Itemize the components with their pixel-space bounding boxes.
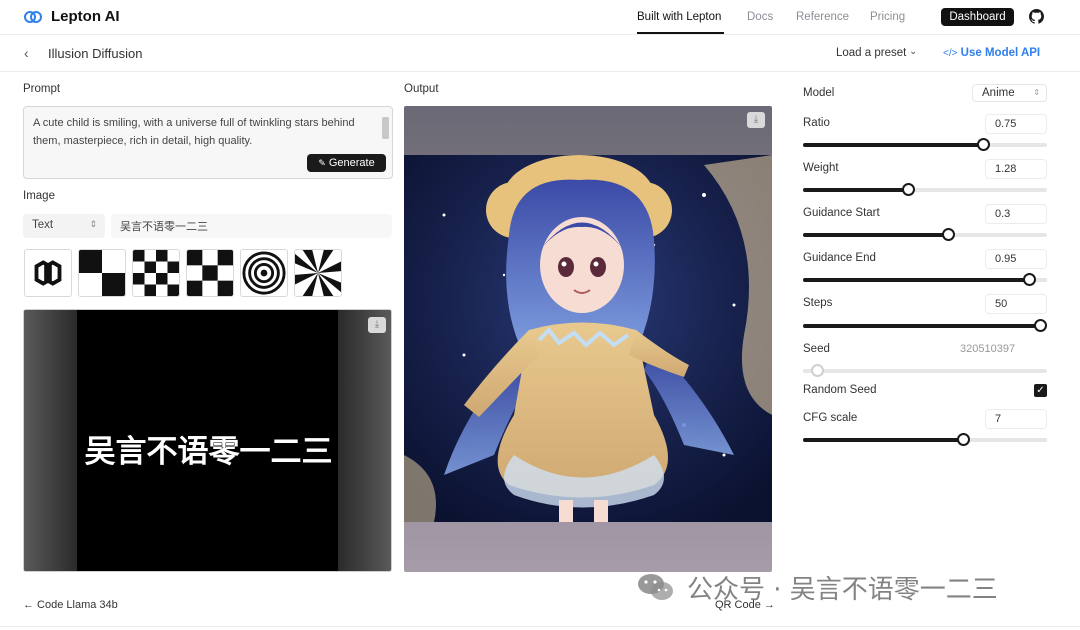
wechat-icon <box>638 574 673 600</box>
weight-input[interactable]: 1.28 <box>985 159 1047 179</box>
top-nav: Lepton AI Built with Lepton Docs Referen… <box>0 0 1080 35</box>
image-label: Image <box>23 190 55 202</box>
model-value: Anime <box>982 87 1015 99</box>
steps-slider-knob[interactable] <box>1034 319 1047 332</box>
nav-pricing[interactable]: Pricing <box>870 11 905 23</box>
preview-text: 吴言不语零一二三 <box>84 434 333 470</box>
seed-slider[interactable] <box>803 364 1047 377</box>
nav-built-with-lepton[interactable]: Built with Lepton <box>637 11 721 23</box>
footer-divider <box>0 626 1080 627</box>
steps-input[interactable]: 50 <box>985 294 1047 314</box>
prev-page-link[interactable]: ← Code Llama 34b <box>23 599 118 611</box>
guidance-end-slider-knob[interactable] <box>1023 273 1036 286</box>
guidance-start-slider[interactable] <box>803 228 1047 241</box>
nav-active-underline <box>637 32 724 34</box>
image-mode-value: Text <box>32 219 54 231</box>
back-chevron-icon[interactable]: ‹ <box>24 46 36 60</box>
guidance-start-slider-knob[interactable] <box>942 228 955 241</box>
cfg-scale-input[interactable]: 7 <box>985 409 1047 429</box>
prompt-text[interactable]: A cute child is smiling, with a universe… <box>33 114 377 150</box>
guidance-end-input[interactable]: 0.95 <box>985 249 1047 269</box>
weight-slider-fill <box>803 188 908 192</box>
ratio-slider-fill <box>803 143 983 147</box>
ratio-label: Ratio <box>803 117 830 129</box>
pattern-spiral[interactable] <box>240 249 288 297</box>
output-frame: ⤓ <box>404 106 772 572</box>
steps-slider-fill <box>803 324 1040 328</box>
image-preview: 吴言不语零一二三 ⤓ <box>23 309 392 572</box>
cfg-scale-slider-knob[interactable] <box>957 433 970 446</box>
nav-reference[interactable]: Reference <box>796 11 849 23</box>
updown-icon: ⇕ <box>89 219 97 229</box>
seed-label: Seed <box>803 343 830 355</box>
model-select[interactable]: Anime ⇕ <box>972 84 1047 102</box>
updown-icon: ⇕ <box>1033 88 1040 97</box>
steps-label: Steps <box>803 297 833 309</box>
seed-slider-knob[interactable] <box>811 364 824 377</box>
download-icon[interactable]: ⤓ <box>747 112 765 128</box>
load-preset-dropdown[interactable]: Load a preset <box>836 47 906 59</box>
cfg-scale-slider-fill <box>803 438 963 442</box>
guidance-end-slider-fill <box>803 278 1029 282</box>
output-image <box>404 155 772 522</box>
github-icon[interactable] <box>1029 9 1044 24</box>
pattern-checker-3[interactable] <box>186 249 234 297</box>
brand-name[interactable]: Lepton AI <box>51 8 120 25</box>
guidance-start-input[interactable]: 0.3 <box>985 204 1047 224</box>
model-label: Model <box>803 87 835 99</box>
guidance-start-slider-fill <box>803 233 948 237</box>
nav-docs[interactable]: Docs <box>747 11 773 23</box>
weight-slider[interactable] <box>803 183 1047 196</box>
cfg-scale-label: CFG scale <box>803 412 858 424</box>
prompt-label: Prompt <box>23 83 61 95</box>
watermark-text: 公众号 · 吴言不语零一二三 <box>687 575 998 605</box>
guidance-start-label: Guidance Start <box>803 207 880 219</box>
download-icon[interactable]: ⤓ <box>368 317 386 333</box>
code-icon: </> <box>943 48 958 59</box>
wand-icon: ✎ <box>318 158 326 168</box>
pattern-rays[interactable] <box>294 249 342 297</box>
weight-label: Weight <box>803 162 839 174</box>
dashboard-button[interactable]: Dashboard <box>941 8 1014 26</box>
prompt-scrollbar[interactable] <box>382 117 389 139</box>
use-model-api-label: Use Model API <box>960 47 1041 59</box>
seed-value[interactable]: 320510397 <box>960 343 1015 355</box>
pattern-checker-4[interactable] <box>132 249 180 297</box>
weight-slider-knob[interactable] <box>902 183 915 196</box>
pattern-rings[interactable] <box>24 249 72 297</box>
guidance-end-label: Guidance End <box>803 252 876 264</box>
output-label: Output <box>404 83 439 95</box>
lepton-logo-icon[interactable] <box>24 10 42 24</box>
use-model-api-link[interactable]: </> Use Model API <box>943 47 1040 59</box>
image-mode-select[interactable]: Text ⇕ <box>23 214 105 238</box>
generate-button[interactable]: ✎ Generate <box>307 154 386 172</box>
sub-header: ‹ Illusion Diffusion Load a preset ⌄ </>… <box>0 36 1080 72</box>
ratio-slider[interactable] <box>803 138 1047 151</box>
page-title: Illusion Diffusion <box>48 46 143 61</box>
image-text-input[interactable] <box>111 214 392 238</box>
generate-label: Generate <box>328 157 375 169</box>
pattern-checker-2[interactable] <box>78 249 126 297</box>
guidance-end-slider[interactable] <box>803 273 1047 286</box>
steps-slider[interactable] <box>803 319 1047 332</box>
random-seed-checkbox[interactable]: ✓ <box>1034 384 1047 397</box>
random-seed-label: Random Seed <box>803 384 877 396</box>
cfg-scale-slider[interactable] <box>803 433 1047 446</box>
ratio-slider-knob[interactable] <box>977 138 990 151</box>
chevron-down-icon[interactable]: ⌄ <box>909 46 917 57</box>
ratio-input[interactable]: 0.75 <box>985 114 1047 134</box>
